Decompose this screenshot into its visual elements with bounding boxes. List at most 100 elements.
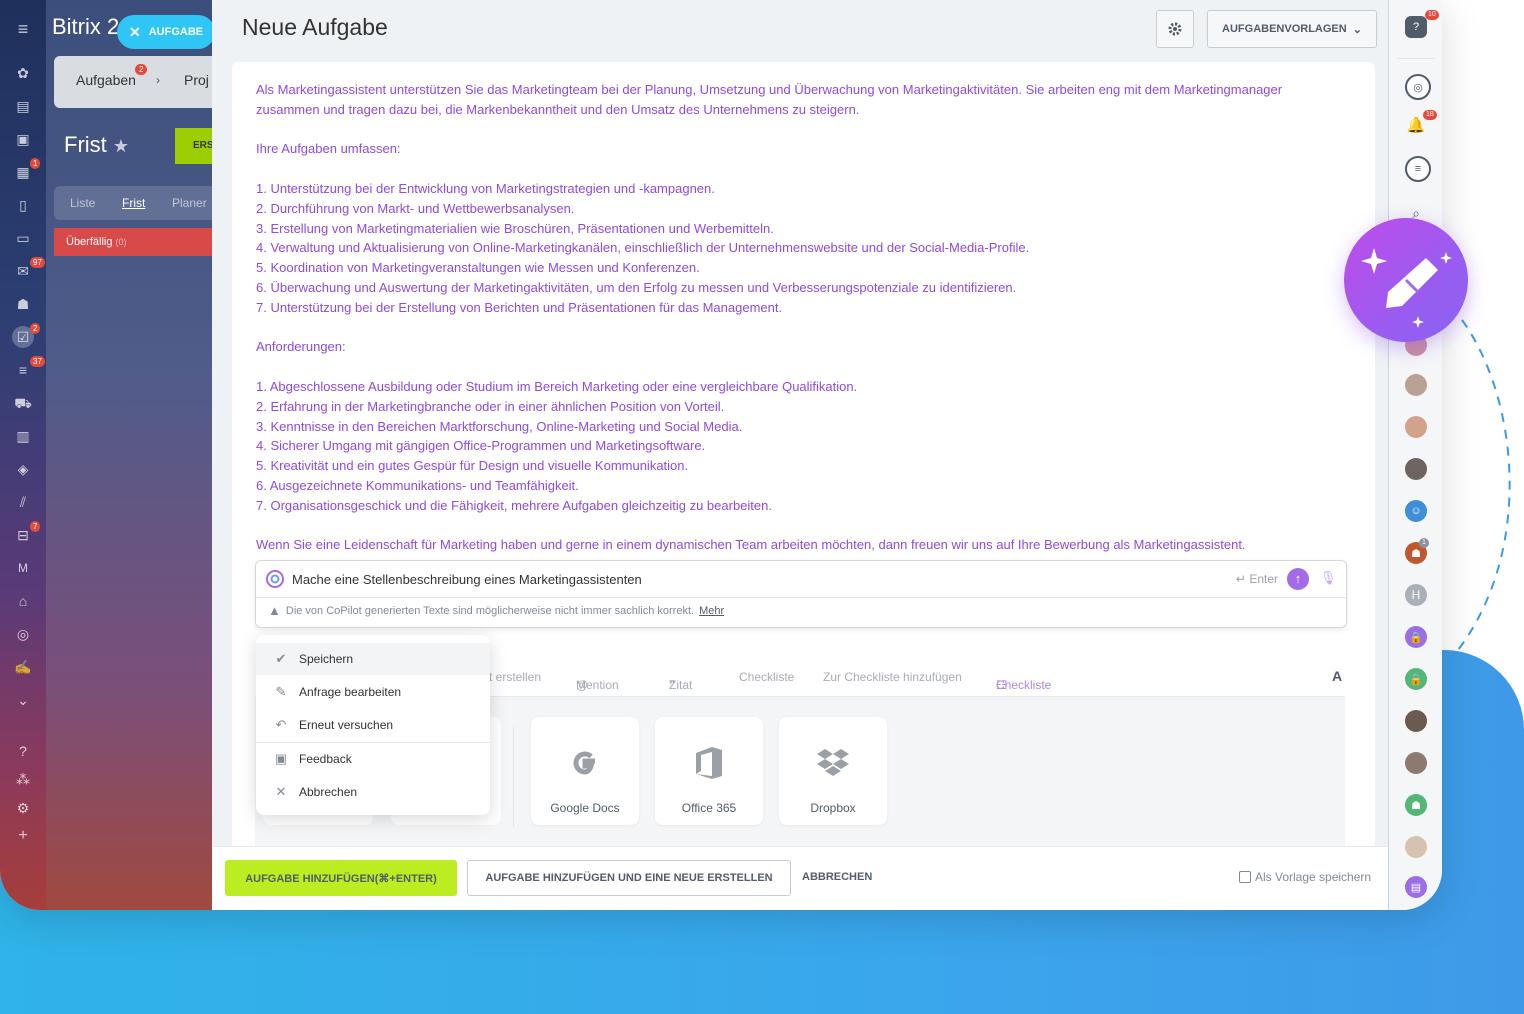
close-icon: ✕: [275, 784, 287, 799]
brand-logo: Bitrix 2: [52, 14, 120, 39]
ai-text-line: [256, 357, 1346, 377]
menu-item-feedback[interactable]: ▣ Feedback: [256, 743, 490, 775]
ai-text-line: 1. Unterstützung bei der Entwicklung von…: [256, 180, 715, 196]
groups-icon[interactable]: ☗: [12, 293, 34, 315]
overdue-column-header: Überfällig (0): [54, 228, 212, 256]
disclaimer-text: Die von CoPilot generierten Texte sind m…: [285, 604, 695, 617]
toolbar-create[interactable]: t erstellen: [489, 670, 541, 684]
help-badge: 10: [1425, 10, 1439, 20]
toolbar-add-to-checklist[interactable]: Zur Checkliste hinzufügen: [823, 670, 962, 684]
decorative-dashed-arc: [1449, 319, 1511, 661]
document-icon[interactable]: ▯: [12, 194, 34, 216]
add-task-button[interactable]: AUFGABE HINZUFÜGEN(⌘+ENTER): [225, 860, 457, 896]
chevron-right-icon: ›: [156, 73, 160, 87]
settings-button[interactable]: [1156, 10, 1194, 48]
ai-text-line: 5. Kreativität und ein gutes Gespür für …: [256, 458, 689, 474]
pencil-icon: ✎: [275, 684, 287, 699]
inventory-badge: 7: [30, 521, 41, 532]
add-task-and-new-button[interactable]: AUFGABE HINZUFÜGEN UND EINE NEUE ERSTELL…: [467, 860, 791, 896]
task-templates-button[interactable]: AUFGABENVORLAGEN ⌄: [1207, 10, 1377, 48]
help-icon[interactable]: ?: [1405, 16, 1427, 38]
menu-item-cancel[interactable]: ✕ Abbrechen: [256, 776, 490, 808]
tab-planer[interactable]: Planer: [172, 196, 207, 210]
ai-text-line: [256, 120, 1346, 140]
cancel-button[interactable]: ABBRECHEN: [802, 871, 872, 883]
group-badge: 1: [1419, 538, 1429, 548]
bank-icon[interactable]: ⌂: [12, 590, 34, 612]
microphone-icon[interactable]: 🎙: [1320, 570, 1337, 588]
chevron-down-icon[interactable]: ⌄: [12, 689, 34, 711]
send-button[interactable]: ↑: [1287, 568, 1309, 590]
sitemap-icon[interactable]: ⁂: [12, 768, 34, 790]
tab-liste[interactable]: Liste: [70, 196, 95, 210]
drive-icon[interactable]: ▭: [12, 227, 34, 249]
tab-frist[interactable]: Frist: [122, 196, 145, 210]
page-heading: Frist ★: [64, 132, 130, 157]
lock-icon[interactable]: 🔒: [1405, 626, 1427, 648]
attach-dropbox[interactable]: Dropbox: [779, 717, 887, 825]
menu-item-retry[interactable]: ↶ Erneut versuchen: [256, 709, 490, 741]
copilot-prompt-row: Mache eine Stellenbeschreibung eines Mar…: [256, 561, 1346, 598]
copilot-action-menu: ✔ Speichern ✎ Anfrage bearbeiten ↶ Erneut v…: [256, 635, 490, 815]
notify-badge: 18: [1423, 110, 1437, 120]
create-button[interactable]: ERS: [175, 128, 214, 164]
panel-footer: AUFGABE HINZUFÜGEN(⌘+ENTER) AUFGABE HINZ…: [212, 846, 1388, 910]
ai-generated-text[interactable]: Als Marketingassistent unterstützen Sie …: [256, 80, 1346, 555]
copilot-prompt-input[interactable]: Mache eine Stellenbeschreibung eines Mar…: [292, 572, 642, 587]
plus-icon[interactable]: +: [12, 825, 34, 847]
group-chat-icon[interactable]: ☗: [1405, 794, 1427, 816]
tab-aufgaben[interactable]: Aufgaben: [76, 72, 136, 88]
google-docs-icon: [573, 751, 595, 775]
settings-icon[interactable]: ⚙: [12, 797, 34, 819]
toolbar-checklist[interactable]: Checkliste: [739, 670, 794, 684]
divider: [513, 727, 514, 827]
more-link[interactable]: Mehr: [699, 605, 724, 617]
contact-card-icon[interactable]: ▤: [1405, 876, 1427, 898]
chat-icon[interactable]: ▣: [12, 128, 34, 150]
inbox-icon[interactable]: ▤: [12, 95, 34, 117]
tab-projects[interactable]: Proj: [184, 72, 209, 88]
messages-icon[interactable]: ≡: [1405, 156, 1431, 182]
ai-text-line: 1. Abgeschlossene Ausbildung oder Studiu…: [256, 378, 858, 394]
attach-google-docs[interactable]: Google Docs: [531, 717, 639, 825]
new-task-pill[interactable]: ✕ AUFGABE: [117, 15, 216, 49]
avatar[interactable]: [1405, 458, 1427, 480]
avatar[interactable]: [1405, 374, 1427, 396]
menu-icon[interactable]: ≡: [12, 18, 34, 40]
save-template-checkbox[interactable]: [1239, 871, 1251, 883]
attach-office-365[interactable]: Office 365: [655, 717, 763, 825]
view-tabs: Liste Frist Planer: [54, 186, 212, 220]
warning-icon: ▲: [268, 603, 281, 618]
attach-label: Office 365: [681, 801, 737, 815]
sign-icon[interactable]: ✍: [12, 656, 34, 678]
ai-text-line: 2. Erfahrung in der Marketingbranche ode…: [256, 398, 725, 414]
avatar[interactable]: [1405, 710, 1427, 732]
help-icon[interactable]: ?: [12, 740, 34, 762]
left-rail: ≡ ✿ ▤ ▣ ▦ 1 ▯ ▭ ✉ 97 ☗ ☑ 2 ≡ 37 ⛟ ▥ ◈ ⫽ …: [0, 0, 46, 910]
contact-card-icon[interactable]: ▥: [12, 425, 34, 447]
copilot-disclaimer: ▲ Die von CoPilot generierten Texte sind…: [268, 603, 724, 618]
app-window: ≡ ✿ ▤ ▣ ▦ 1 ▯ ▭ ✉ 97 ☗ ☑ 2 ≡ 37 ⛟ ▥ ◈ ⫽ …: [0, 0, 1442, 910]
close-icon[interactable]: ✕: [129, 15, 141, 49]
avatar-initial[interactable]: H: [1405, 584, 1427, 606]
menu-item-save[interactable]: ✔ Speichern: [256, 643, 490, 675]
mail-badge: 97: [30, 257, 45, 268]
lock-icon[interactable]: 🔒: [1405, 668, 1427, 690]
save-as-template[interactable]: Als Vorlage speichern: [1239, 870, 1371, 884]
avatar[interactable]: [1405, 416, 1427, 438]
dropbox-icon: [817, 749, 849, 776]
grid-icon[interactable]: ✿: [12, 62, 34, 84]
menu-item-edit-request[interactable]: ✎ Anfrage bearbeiten: [256, 676, 490, 708]
cart-icon[interactable]: ⛟: [12, 392, 34, 414]
avatar[interactable]: [1405, 752, 1427, 774]
star-icon[interactable]: ★: [113, 136, 129, 156]
marketing-icon[interactable]: ⫽: [12, 491, 34, 513]
group-chat-icon[interactable]: ☺: [1405, 500, 1427, 522]
avatar[interactable]: [1405, 836, 1427, 858]
target-icon[interactable]: ◎: [12, 623, 34, 645]
font-format-button[interactable]: A: [1332, 668, 1342, 684]
ai-text-line: 3. Erstellung von Marketingmaterialien w…: [256, 220, 774, 236]
copilot-chat-icon[interactable]: ◎: [1405, 74, 1431, 100]
m-letter-icon[interactable]: M: [12, 557, 34, 579]
box-icon[interactable]: ◈: [12, 458, 34, 480]
